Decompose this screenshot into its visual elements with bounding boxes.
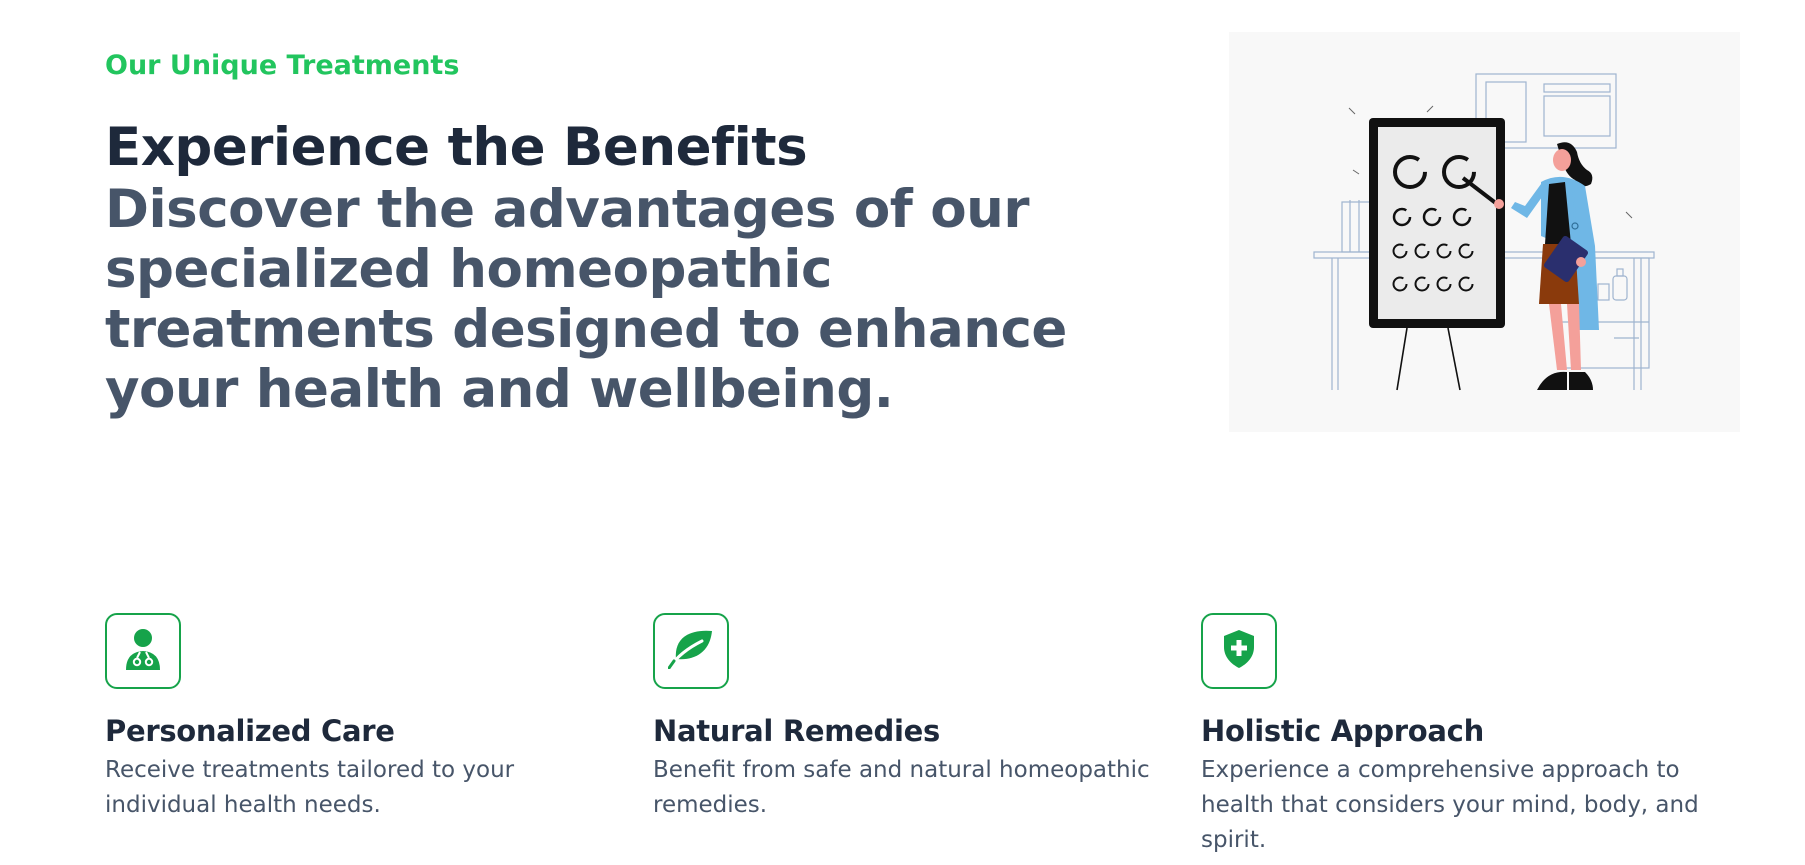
feature-card-natural-remedies: Natural Remedies Benefit from safe and n…: [653, 613, 1173, 823]
section-eyebrow: Our Unique Treatments: [105, 50, 460, 81]
eye-chart-illustration: [1229, 32, 1740, 432]
feature-card-personalized-care: Personalized Care Receive treatments tai…: [105, 613, 625, 823]
feature-title: Holistic Approach: [1201, 714, 1484, 748]
feature-description: Experience a comprehensive approach to h…: [1201, 757, 1699, 853]
feature-icon-box: [653, 613, 729, 689]
shield-plus-icon: [1222, 629, 1256, 673]
doctor-icon: [123, 627, 163, 675]
feature-icon-box: [1201, 613, 1277, 689]
feature-description: Receive treatments tailored to your indi…: [105, 757, 515, 818]
feature-description: Benefit from safe and natural homeopathi…: [653, 757, 1150, 818]
section-subtitle: Discover the advantages of our specializ…: [105, 179, 1067, 420]
section-title: Experience the Benefits: [105, 117, 808, 178]
leaf-icon: [667, 629, 714, 673]
feature-title: Personalized Care: [105, 714, 395, 748]
feature-icon-box: [105, 613, 181, 689]
feature-title: Natural Remedies: [653, 714, 940, 748]
feature-card-holistic-approach: Holistic Approach Experience a comprehen…: [1201, 613, 1721, 858]
